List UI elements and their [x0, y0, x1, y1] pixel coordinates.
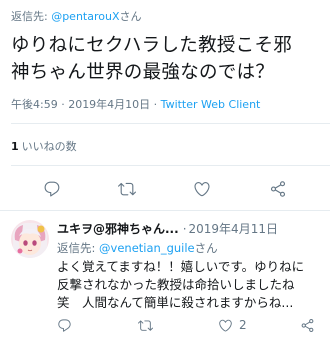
- reply-text-line: よく覚えてますね！！嬉しいです。ゆりねに: [57, 259, 305, 274]
- tweet-action-bar: [0, 177, 330, 201]
- like-button[interactable]: [193, 177, 211, 201]
- avatar-image: [11, 220, 49, 258]
- reply-to-prefix: 返信先:: [57, 241, 100, 255]
- divider: [11, 123, 330, 124]
- tweet-text-line: ゆりねにセクハラした教授こそ邪: [11, 35, 293, 56]
- tweet-text-line: 神ちゃん世界の最強なのでは？: [11, 62, 275, 83]
- separator-dot: ·: [182, 222, 187, 236]
- retweet-icon: [138, 319, 153, 331]
- retweet-icon: [118, 182, 136, 196]
- share-icon: [270, 181, 286, 197]
- tweet-meta: 午後4:59 · 2019年4月10日 · Twitter Web Client: [11, 96, 260, 112]
- reply-to-line: 返信先: @pentarouXさん: [11, 8, 142, 24]
- reply-reply-to-line: 返信先: @venetian_guileさん: [57, 240, 218, 256]
- share-icon: [301, 318, 314, 332]
- reply-share-button[interactable]: [300, 313, 315, 337]
- reply-to-handle-link[interactable]: @venetian_guile: [99, 241, 195, 255]
- reply-like-count: 2: [239, 318, 247, 332]
- reply-to-suffix: さん: [194, 241, 218, 255]
- reply-button[interactable]: [43, 177, 61, 201]
- reply-text-line: 笑 人間なんて簡単に殺されますからね...: [57, 295, 294, 310]
- tweet-text: ゆりねにセクハラした教授こそ邪 神ちゃん世界の最強なのでは？: [11, 32, 323, 86]
- retweet-button[interactable]: [118, 177, 136, 201]
- reply-header: ユキヲ@邪神ちゃん... · 2019年4月11日: [57, 220, 278, 237]
- reply-text-line: 反撃されなかった教授は命拾いしましたね: [57, 277, 295, 292]
- reply-to-prefix: 返信先:: [11, 10, 52, 23]
- reply-icon: [44, 181, 60, 197]
- reply-retweet-button[interactable]: [138, 313, 153, 337]
- reply-icon: [58, 318, 71, 332]
- divider: [11, 165, 330, 166]
- reply-action-bar: 2: [0, 313, 330, 337]
- reply-text: よく覚えてますね！！嬉しいです。ゆりねに 反撃されなかった教授は命拾いしましたね…: [57, 258, 327, 312]
- reply-date[interactable]: 2019年4月11日: [189, 222, 278, 236]
- tweet-client-link[interactable]: Twitter Web Client: [161, 98, 261, 111]
- likes-label: いいねの数: [21, 140, 77, 153]
- likes-count: 1: [11, 140, 19, 153]
- reply-to-suffix: さん: [119, 10, 142, 23]
- reply-reply-button[interactable]: [57, 313, 72, 337]
- reply-author-name[interactable]: ユキヲ@邪神ちゃん...: [57, 222, 179, 236]
- avatar[interactable]: [11, 220, 49, 258]
- tweet-timestamp[interactable]: 午後4:59 · 2019年4月10日 ·: [11, 98, 161, 111]
- divider: [0, 210, 330, 211]
- likes-summary[interactable]: 1 いいねの数: [11, 138, 77, 154]
- reply-to-handle-link[interactable]: @pentarouX: [51, 10, 119, 23]
- heart-icon: [219, 319, 232, 332]
- reply-like-button[interactable]: 2: [218, 313, 247, 337]
- heart-icon: [194, 182, 210, 197]
- share-button[interactable]: [269, 177, 287, 201]
